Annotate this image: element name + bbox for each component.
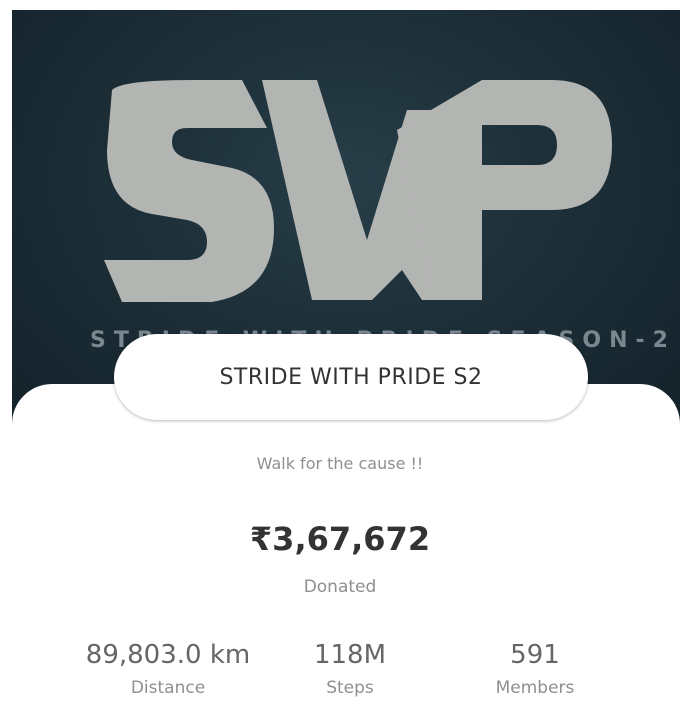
stat-steps-value: 118M xyxy=(313,640,387,670)
stat-distance-value: 89,803.0 km xyxy=(85,640,251,670)
stat-members-value: 591 xyxy=(510,640,560,670)
logo-letter-p xyxy=(482,80,612,210)
donated-label: Donated xyxy=(303,577,377,597)
logo-letter-s xyxy=(104,80,274,302)
event-tagline: Walk for the cause !! xyxy=(256,454,424,473)
stat-distance: 89,803.0 km Distance xyxy=(68,638,268,698)
stat-members-label: Members xyxy=(495,678,575,698)
event-title-pill: STRIDE WITH PRIDE S2 xyxy=(114,334,588,420)
stat-steps: 118M Steps xyxy=(250,638,450,698)
donated-amount: ₹3,67,672 xyxy=(249,520,431,558)
stat-steps-label: Steps xyxy=(326,678,374,698)
stat-distance-label: Distance xyxy=(130,678,206,698)
stat-members: 591 Members xyxy=(435,638,635,698)
